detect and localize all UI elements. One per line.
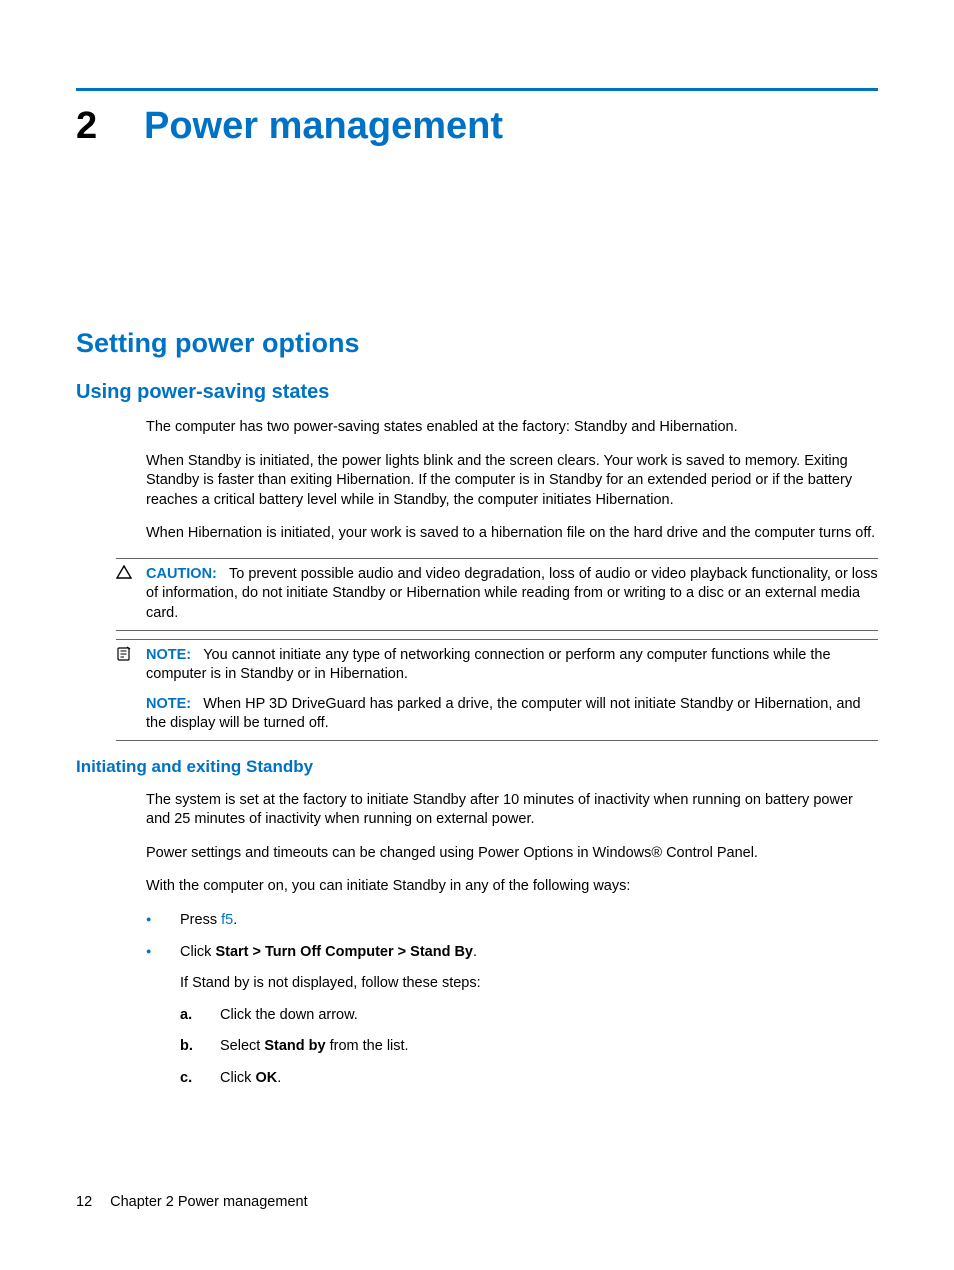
- list-text: Press: [180, 912, 221, 928]
- ordered-item: b. Select Stand by from the list.: [180, 1037, 878, 1057]
- step-label: c.: [180, 1069, 192, 1089]
- note-text: You cannot initiate any type of networki…: [146, 647, 831, 683]
- list-item: Click Start > Turn Off Computer > Stand …: [146, 943, 878, 1089]
- caution-callout: CAUTION: To prevent possible audio and v…: [116, 558, 878, 631]
- ui-element: OK: [255, 1070, 277, 1086]
- page-footer: 12 Chapter 2 Power management: [76, 1194, 308, 1210]
- ordered-list: a. Click the down arrow. b. Select Stand…: [180, 1006, 878, 1089]
- page-number: 12: [76, 1194, 92, 1210]
- note-label: NOTE:: [146, 647, 191, 663]
- note-label: NOTE:: [146, 696, 191, 712]
- step-label: a.: [180, 1006, 192, 1026]
- caution-icon: [116, 565, 146, 584]
- subsubsection-heading: Initiating and exiting Standby: [76, 757, 878, 777]
- ordered-item: c. Click OK.: [180, 1069, 878, 1089]
- paragraph: The computer has two power-saving states…: [146, 418, 878, 438]
- paragraph: With the computer on, you can initiate S…: [146, 877, 878, 897]
- key-reference: f5: [221, 912, 233, 928]
- note-callout: NOTE: You cannot initiate any type of ne…: [116, 639, 878, 741]
- paragraph: When Hibernation is initiated, your work…: [146, 524, 878, 544]
- chapter-heading: Power management: [144, 105, 503, 148]
- note-text: When HP 3D DriveGuard has parked a drive…: [146, 696, 861, 732]
- ui-element: Stand by: [264, 1038, 325, 1054]
- footer-chapter: Chapter 2 Power management: [110, 1194, 307, 1210]
- bullet-list: Press f5. Click Start > Turn Off Compute…: [146, 911, 878, 1088]
- chapter-number: 2: [76, 105, 144, 148]
- caution-text: To prevent possible audio and video degr…: [146, 566, 878, 621]
- step-text: Click the down arrow.: [220, 1007, 358, 1023]
- sub-paragraph: If Stand by is not displayed, follow the…: [180, 974, 878, 994]
- step-label: b.: [180, 1037, 193, 1057]
- paragraph: When Standby is initiated, the power lig…: [146, 452, 878, 511]
- chapter-title: 2 Power management: [76, 105, 878, 148]
- caution-label: CAUTION:: [146, 566, 217, 582]
- list-item: Press f5.: [146, 911, 878, 931]
- paragraph: Power settings and timeouts can be chang…: [146, 844, 878, 864]
- list-text: Click: [180, 944, 215, 960]
- ordered-item: a. Click the down arrow.: [180, 1006, 878, 1026]
- section-heading: Setting power options: [76, 328, 878, 359]
- menu-path: Start > Turn Off Computer > Stand By: [215, 944, 473, 960]
- note-icon: [116, 646, 146, 667]
- subsection-heading: Using power-saving states: [76, 381, 878, 404]
- paragraph: The system is set at the factory to init…: [146, 791, 878, 830]
- top-rule: [76, 88, 878, 91]
